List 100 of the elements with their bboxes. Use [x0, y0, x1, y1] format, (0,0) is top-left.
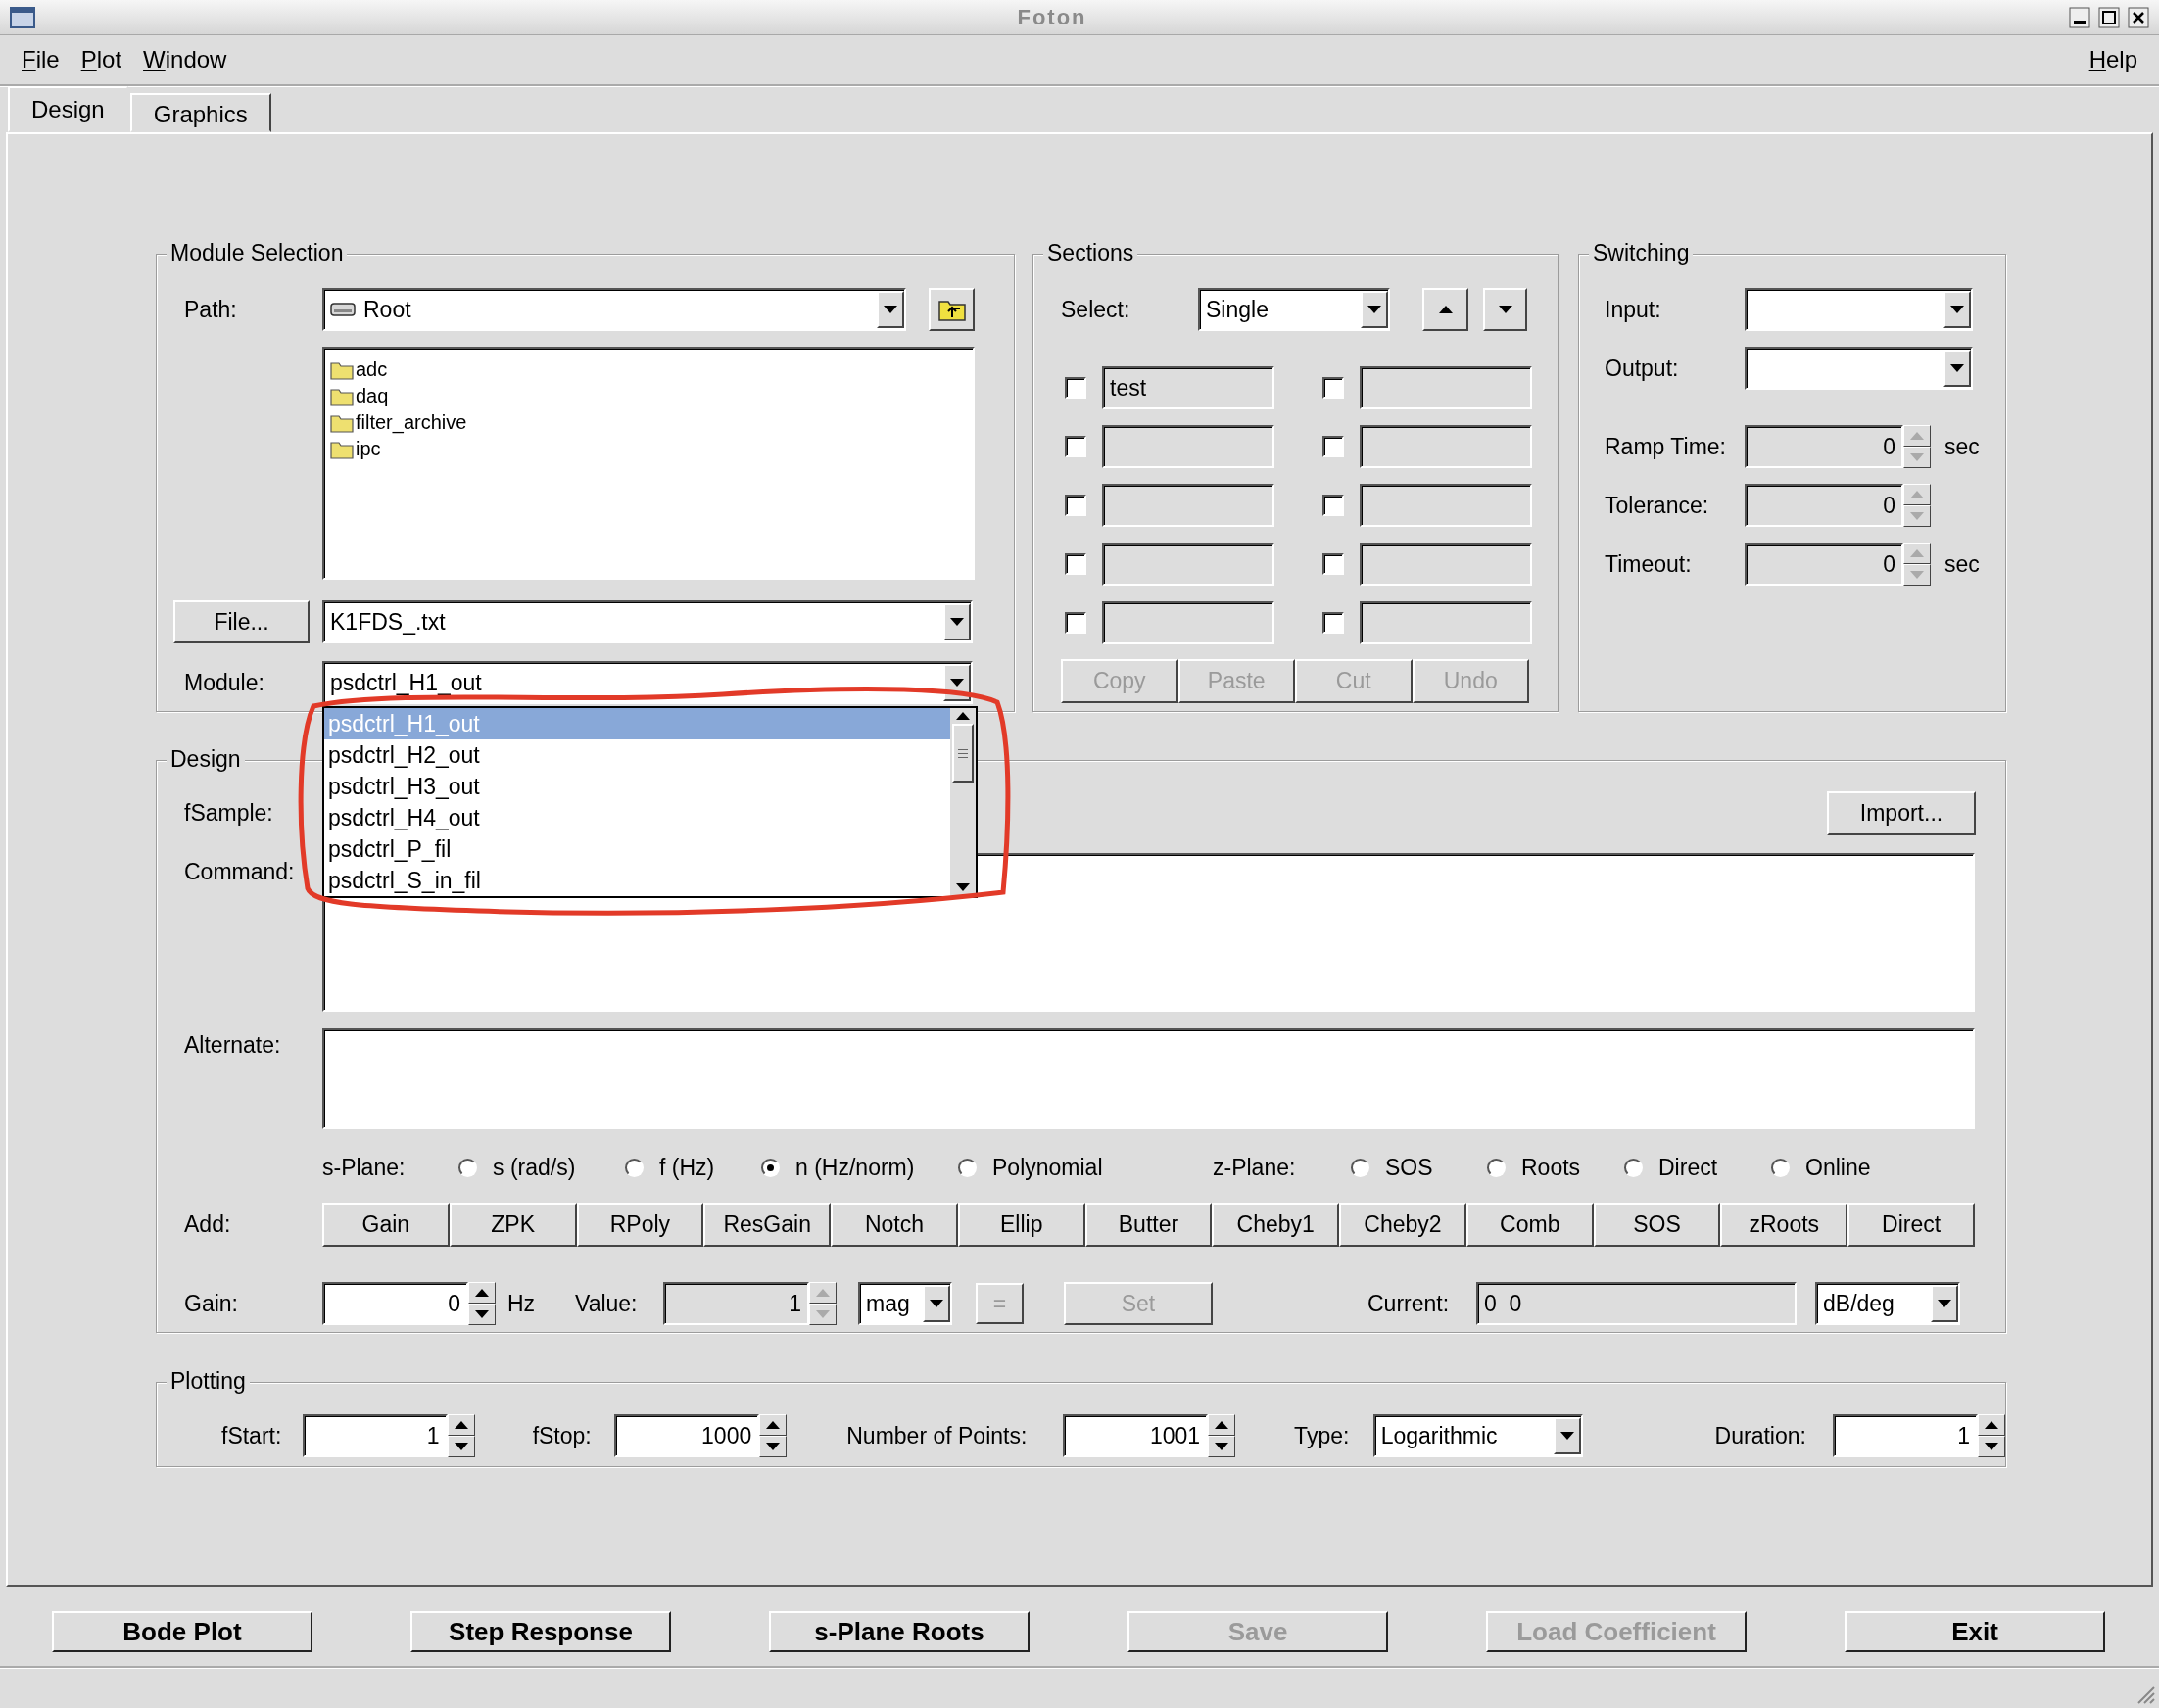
- tab[interactable]: Design: [8, 86, 128, 132]
- dropdown-arrow-button[interactable]: [1361, 291, 1388, 328]
- move-down-button[interactable]: [1483, 288, 1527, 331]
- folder-item[interactable]: ipc: [330, 436, 967, 462]
- add-filter-button[interactable]: Cheby1: [1212, 1203, 1340, 1247]
- folder-item[interactable]: adc: [330, 356, 967, 383]
- plot-field[interactable]: 1000: [614, 1414, 760, 1457]
- radio-button[interactable]: Online: [1771, 1154, 1928, 1181]
- add-filter-button[interactable]: SOS: [1593, 1203, 1721, 1247]
- checkbox[interactable]: [1322, 377, 1344, 399]
- action-button[interactable]: Step Response: [410, 1611, 671, 1652]
- checkbox[interactable]: [1065, 495, 1086, 516]
- tab[interactable]: Graphics: [129, 93, 271, 132]
- alternate-text-area[interactable]: [322, 1028, 1975, 1129]
- dropdown-option[interactable]: psdctrl_S_in_fil: [324, 865, 950, 896]
- section-name-field[interactable]: [1360, 543, 1532, 586]
- menu-item[interactable]: Plot: [72, 44, 130, 75]
- checkbox[interactable]: [1322, 612, 1344, 634]
- dropdown-arrow-button[interactable]: [1553, 1417, 1581, 1454]
- section-name-field[interactable]: test: [1102, 366, 1274, 409]
- radio-button[interactable]: f (Hz): [625, 1154, 761, 1181]
- radio-button[interactable]: Roots: [1487, 1154, 1624, 1181]
- checkbox[interactable]: [1322, 436, 1344, 457]
- spin-buttons[interactable]: [447, 1414, 475, 1457]
- dropdown-option[interactable]: psdctrl_H3_out: [324, 771, 950, 802]
- add-filter-button[interactable]: ResGain: [703, 1203, 832, 1247]
- parent-folder-button[interactable]: [929, 288, 975, 331]
- minimize-icon[interactable]: [2069, 6, 2090, 28]
- add-filter-button[interactable]: Cheby2: [1339, 1203, 1466, 1247]
- dropdown-arrow-button[interactable]: [923, 1285, 950, 1322]
- plot-field[interactable]: 1001: [1063, 1414, 1209, 1457]
- add-filter-button[interactable]: Butter: [1084, 1203, 1213, 1247]
- dropdown-arrow-button[interactable]: [943, 603, 971, 640]
- action-button[interactable]: s-Plane Roots: [769, 1611, 1030, 1652]
- format-dropdown[interactable]: mag: [858, 1282, 952, 1325]
- add-filter-button[interactable]: RPoly: [576, 1203, 704, 1247]
- section-name-field[interactable]: [1102, 601, 1274, 644]
- spin-buttons[interactable]: [468, 1282, 496, 1325]
- add-filter-button[interactable]: Gain: [322, 1203, 450, 1247]
- add-filter-button[interactable]: zRoots: [1720, 1203, 1848, 1247]
- checkbox[interactable]: [1065, 612, 1086, 634]
- section-name-field[interactable]: [1102, 543, 1274, 586]
- select-dropdown[interactable]: Single: [1198, 288, 1390, 331]
- type-dropdown[interactable]: Logarithmic: [1372, 1414, 1583, 1457]
- folder-item[interactable]: filter_archive: [330, 409, 967, 436]
- spin-buttons[interactable]: [1978, 1414, 2005, 1457]
- dropdown-arrow-button[interactable]: [1943, 291, 1971, 328]
- menu-item[interactable]: Window: [135, 44, 235, 75]
- section-name-field[interactable]: [1102, 425, 1274, 468]
- dropdown-arrow-button[interactable]: [1931, 1285, 1958, 1322]
- path-dropdown[interactable]: Root: [322, 288, 906, 331]
- radio-button[interactable]: Direct: [1624, 1154, 1771, 1181]
- add-filter-button[interactable]: Ellip: [957, 1203, 1085, 1247]
- units-dropdown[interactable]: dB/deg: [1815, 1282, 1960, 1325]
- move-up-button[interactable]: [1422, 288, 1468, 331]
- action-button[interactable]: Bode Plot: [52, 1611, 312, 1652]
- plot-field[interactable]: 1: [302, 1414, 448, 1457]
- radio-button[interactable]: n (Hz/norm): [761, 1154, 958, 1181]
- checkbox[interactable]: [1065, 553, 1086, 575]
- add-filter-button[interactable]: ZPK: [449, 1203, 577, 1247]
- spin-buttons[interactable]: [1903, 543, 1931, 586]
- section-name-field[interactable]: [1360, 366, 1532, 409]
- checkbox[interactable]: [1322, 553, 1344, 575]
- spin-buttons[interactable]: [759, 1414, 788, 1457]
- add-filter-button[interactable]: Notch: [831, 1203, 958, 1247]
- add-filter-button[interactable]: Comb: [1465, 1203, 1594, 1247]
- checkbox[interactable]: [1065, 377, 1086, 399]
- section-name-field[interactable]: [1360, 601, 1532, 644]
- spin-buttons[interactable]: [1903, 425, 1931, 468]
- help-menu[interactable]: Help: [2081, 44, 2145, 75]
- dropdown-option[interactable]: psdctrl_H2_out: [324, 739, 950, 771]
- import-button[interactable]: Import...: [1827, 791, 1976, 835]
- file-dropdown[interactable]: K1FDS_.txt: [322, 600, 973, 643]
- action-button[interactable]: Exit: [1845, 1611, 2105, 1652]
- checkbox[interactable]: [1322, 495, 1344, 516]
- maximize-icon[interactable]: [2098, 6, 2120, 28]
- folder-item[interactable]: daq: [330, 383, 967, 409]
- spin-buttons[interactable]: [1903, 484, 1931, 527]
- scroll-thumb[interactable]: [952, 724, 974, 783]
- menu-item[interactable]: File: [14, 44, 68, 75]
- section-name-field[interactable]: [1102, 484, 1274, 527]
- close-icon[interactable]: [2128, 6, 2149, 28]
- input-dropdown[interactable]: [1745, 288, 1973, 331]
- plot-field[interactable]: 1: [1832, 1414, 1978, 1457]
- spin-buttons[interactable]: [809, 1282, 837, 1325]
- section-name-field[interactable]: [1360, 425, 1532, 468]
- section-name-field[interactable]: [1360, 484, 1532, 527]
- radio-button[interactable]: Polynomial: [958, 1154, 1213, 1181]
- output-dropdown[interactable]: [1745, 347, 1973, 390]
- scrollbar[interactable]: [950, 708, 976, 896]
- spin-buttons[interactable]: [1208, 1414, 1236, 1457]
- dropdown-arrow-button[interactable]: [1943, 350, 1971, 387]
- gain-field[interactable]: 0: [322, 1282, 468, 1325]
- current-field[interactable]: 0 0: [1476, 1282, 1797, 1325]
- dropdown-arrow-button[interactable]: [877, 291, 904, 328]
- dropdown-option[interactable]: psdctrl_H4_out: [324, 802, 950, 833]
- checkbox[interactable]: [1065, 436, 1086, 457]
- radio-button[interactable]: SOS: [1351, 1154, 1487, 1181]
- dropdown-option[interactable]: psdctrl_P_fil: [324, 833, 950, 865]
- file-button[interactable]: File...: [173, 600, 310, 643]
